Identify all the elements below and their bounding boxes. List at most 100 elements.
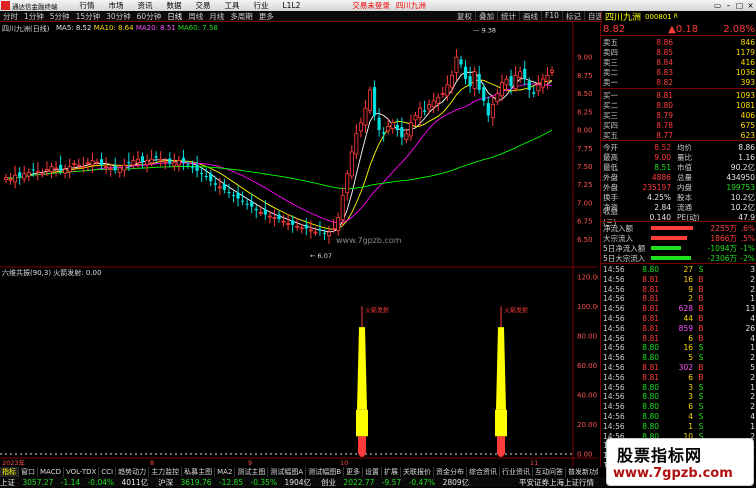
bid-price: 8.80 <box>656 100 673 110</box>
info-tab[interactable]: 扩展 <box>382 467 402 477</box>
menu-market[interactable]: 市场 <box>109 0 124 11</box>
candle-body <box>482 87 486 101</box>
stock-header: 四川九洲 000801 R <box>601 11 756 23</box>
tick-time: 14:56 <box>603 333 625 343</box>
candle-body <box>145 160 150 165</box>
x-axis-label: 10 <box>340 459 348 467</box>
menu-l1l2[interactable]: L1L2 <box>283 1 301 10</box>
ask-row[interactable]: 卖二 8.83 1036 <box>603 67 755 77</box>
indicator-tab[interactable]: 主力监控 <box>149 467 183 477</box>
bid-row[interactable]: 买一 8.81 1093 <box>603 90 755 100</box>
maximize-icon[interactable]: □ <box>734 1 745 10</box>
menu-data[interactable]: 数据 <box>167 0 182 11</box>
candle-body <box>550 69 555 73</box>
info-tab[interactable]: 资金分布 <box>434 467 468 477</box>
menu-tools[interactable]: 工具 <box>225 0 240 11</box>
menu-trade[interactable]: 交易 <box>196 0 211 11</box>
ma10-value: MA10: 8.64 <box>93 24 134 32</box>
bid-row[interactable]: 买四 8.78 675 <box>603 120 755 130</box>
tick-price: 8.81 <box>642 274 659 284</box>
tick-time: 14:56 <box>603 402 625 412</box>
index-amount: 2809亿 <box>442 477 470 487</box>
indicator-tab[interactable]: 测试幅图B <box>306 467 345 477</box>
indicator-tab[interactable]: MACD <box>38 467 64 477</box>
minimize-icon[interactable]: – <box>723 1 734 10</box>
close-icon[interactable]: × <box>745 1 756 10</box>
period-15min[interactable]: 15分钟 <box>73 11 104 21</box>
tick-count: 26 <box>745 323 755 333</box>
indicator-tab[interactable]: MA2 <box>215 467 236 477</box>
ask-row[interactable]: 卖一 8.82 393 <box>603 77 755 87</box>
chart-area[interactable]: 火箭发射 火箭发射 9.00 8.75 8.50 8.25 8.00 7.75 7.50 7.2… <box>0 22 602 468</box>
tick-time: 14:56 <box>603 343 625 353</box>
candle-body <box>436 96 441 104</box>
info-tab[interactable]: 互动问答 <box>533 467 567 477</box>
period-daily[interactable]: 日线 <box>164 11 185 21</box>
tick-time: 14:56 <box>603 363 625 372</box>
info-tab[interactable]: 行业资讯 <box>500 467 534 477</box>
period-multi[interactable]: 多周期 <box>227 11 256 21</box>
candle-body <box>291 220 295 225</box>
tick-time: 14:56 <box>603 304 625 314</box>
x-axis-label: 2023年 <box>2 458 26 467</box>
period-more[interactable]: 更多 <box>256 11 277 21</box>
candle-body <box>90 160 95 166</box>
period-1min[interactable]: 1分钟 <box>21 11 47 21</box>
ma20-value: MA20: 8.51 <box>135 24 176 32</box>
tick-row: 14:56 8.81 859 B 26 <box>603 324 755 333</box>
candle-body <box>509 76 513 87</box>
index-item[interactable]: 沪深 3619.76 -12.85 -0.35% 1904亿 <box>158 477 316 488</box>
info-tab[interactable]: 关联报价 <box>401 467 435 477</box>
period-tick[interactable]: 分时 <box>0 11 21 21</box>
menu-icon[interactable]: ▭ <box>712 1 723 10</box>
tick-volume: 628 <box>678 304 693 314</box>
bid-row[interactable]: 买二 8.80 1081 <box>603 100 755 110</box>
stat-value: 2.84 <box>654 202 671 212</box>
bid-row[interactable]: 买五 8.77 623 <box>603 130 755 140</box>
menu-news[interactable]: 资讯 <box>138 0 153 11</box>
index-item[interactable]: 上证 3057.27 -1.14 -0.04% 4011亿 <box>0 477 153 488</box>
indicator-tab[interactable]: 私募主图 <box>182 467 216 477</box>
tick-time: 14:56 <box>603 294 625 304</box>
indicator-tab[interactable]: 更多 <box>344 467 364 477</box>
watermark-line2: www.7gpzb.com <box>613 466 733 481</box>
info-tab[interactable]: 综合资讯 <box>467 467 501 477</box>
period-5min[interactable]: 5分钟 <box>47 11 73 21</box>
rocket-base <box>356 409 368 437</box>
indicator-tab[interactable]: CCI <box>99 467 117 477</box>
menu-industry[interactable]: 行业 <box>254 0 269 11</box>
overlay-button[interactable]: 叠加 <box>476 11 498 21</box>
indicator-tab[interactable]: 设置 <box>363 467 383 477</box>
candle-body <box>54 167 59 170</box>
indicator-tab[interactable]: 测试主图 <box>235 467 269 477</box>
f10-button[interactable]: F10 <box>542 11 563 21</box>
info-tab[interactable]: 普发新功能说明 <box>566 467 598 477</box>
mark-button[interactable]: 标记 <box>563 11 585 21</box>
candle-body <box>113 165 117 171</box>
indicator-tab[interactable]: 指标 <box>0 467 19 477</box>
tick-price: 8.80 <box>642 402 659 412</box>
draw-button[interactable]: 画线 <box>520 11 542 21</box>
index-item[interactable]: 创业 2022.77 -9.57 -0.47% 2809亿 <box>321 477 474 488</box>
ask-row[interactable]: 卖五 8.86 846 <box>603 37 755 47</box>
period-weekly[interactable]: 周线 <box>185 11 206 21</box>
tick-volume: 2 <box>688 294 693 304</box>
adjust-button[interactable]: 复权 <box>454 11 476 21</box>
indicator-tab[interactable]: 窗口 <box>19 467 38 477</box>
period-60min[interactable]: 60分钟 <box>134 11 165 21</box>
ask-row[interactable]: 卖三 8.84 416 <box>603 57 755 67</box>
candle-body <box>463 66 468 80</box>
high-marker: — 9.38 <box>473 26 496 34</box>
trade-login-alert[interactable]: 交易未登录 <box>352 0 390 11</box>
indicator-tab[interactable]: 测试幅图A <box>268 467 307 477</box>
ask-row[interactable]: 卖四 8.85 1179 <box>603 47 755 57</box>
menu-quotes[interactable]: 行情 <box>80 0 95 11</box>
kline-chart[interactable]: 火箭发射 火箭发射 9.00 8.75 8.50 8.25 8.00 7.75 7.50 7.2… <box>0 22 602 468</box>
period-monthly[interactable]: 月线 <box>206 11 227 21</box>
indicator-tab[interactable]: 趋势动力 <box>116 467 150 477</box>
period-30min[interactable]: 30分钟 <box>103 11 134 21</box>
indicator-tab[interactable]: VOL-TDX <box>64 467 100 477</box>
bid-row[interactable]: 买三 8.79 406 <box>603 110 755 120</box>
stats-button[interactable]: 统计 <box>498 11 520 21</box>
candle-body <box>104 166 109 168</box>
